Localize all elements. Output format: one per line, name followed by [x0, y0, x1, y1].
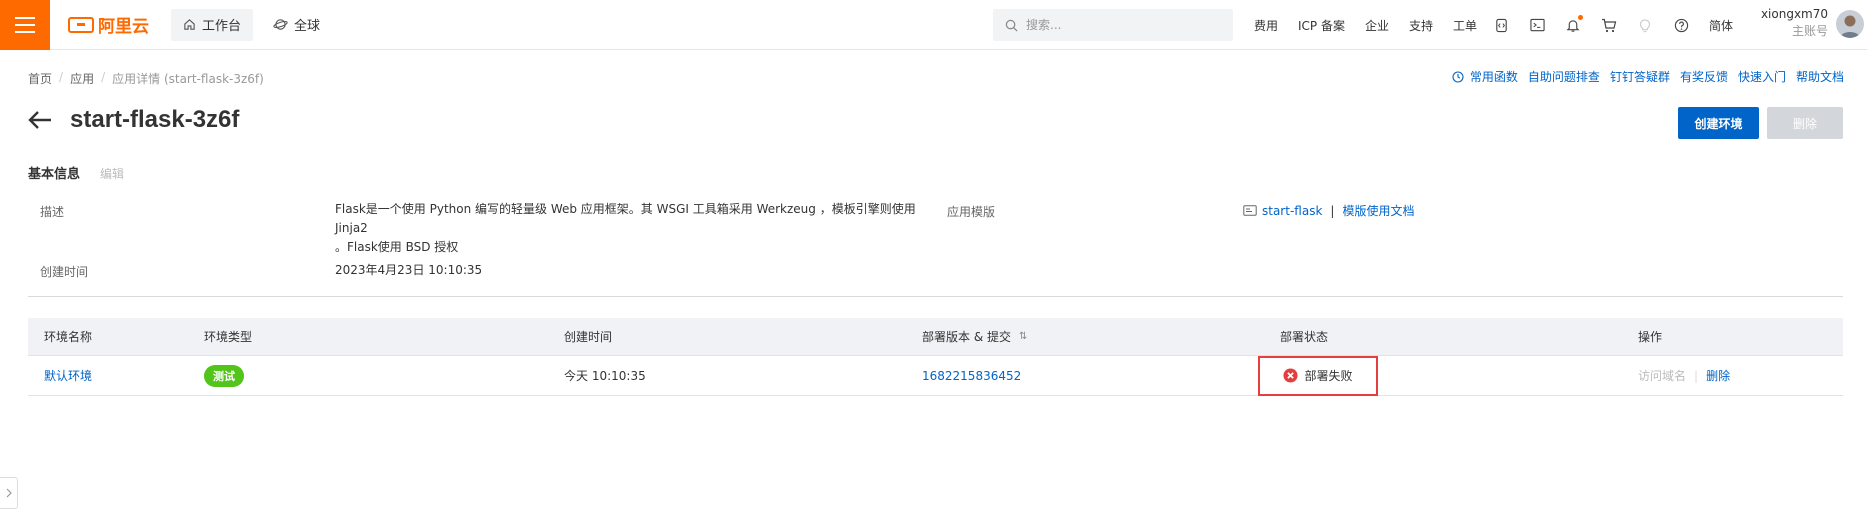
delete-app-button[interactable]: 删除	[1767, 107, 1843, 139]
section-divider	[28, 296, 1843, 297]
top-link-enterprise[interactable]: 企业	[1365, 17, 1389, 34]
status-highlight-box: 部署失败	[1258, 355, 1378, 396]
basic-info-header: 基本信息 编辑	[28, 163, 124, 182]
section-title: 基本信息	[28, 167, 81, 182]
col-version-label: 部署版本 & 提交	[922, 330, 1011, 344]
action-separator: |	[1694, 368, 1699, 383]
title-row: start-flask-3z6f	[28, 106, 239, 134]
avatar[interactable]	[1836, 10, 1864, 38]
created-time-value: 2023年4月23日 10:10:35	[335, 263, 483, 277]
top-link-billing[interactable]: 费用	[1254, 17, 1278, 34]
breadcrumb-current: 应用详情 (start-flask-3z6f)	[112, 72, 264, 86]
bell-icon[interactable]	[1565, 15, 1584, 33]
col-env-name: 环境名称	[44, 330, 93, 344]
search-icon	[1005, 19, 1018, 31]
created-cell: 今天 10:10:35	[564, 369, 646, 383]
breadcrumb-separator: /	[59, 70, 64, 84]
brand-logo[interactable]: 阿里云	[68, 12, 149, 37]
visit-domain-link[interactable]: 访问域名	[1638, 367, 1686, 384]
nav-global[interactable]: 全球	[261, 9, 332, 41]
search-input[interactable]	[1026, 18, 1216, 32]
top-right-links: 费用 ICP 备案 企业 支持 工单 简体	[1254, 0, 1753, 50]
template-separator: |	[1330, 203, 1335, 218]
env-name-link[interactable]: 默认环境	[44, 367, 92, 384]
top-link-ticket[interactable]: 工单	[1453, 17, 1477, 34]
help-links: 常用函数 自助问题排查 钉钉答疑群 有奖反馈 快速入门 帮助文档	[1452, 68, 1844, 85]
breadcrumb-apps[interactable]: 应用	[70, 70, 94, 87]
user-role: 主账号	[1791, 24, 1828, 38]
globe-icon	[273, 19, 288, 30]
hamburger-menu-button[interactable]	[0, 0, 50, 50]
help-link-dingtalk[interactable]: 钉钉答疑群	[1610, 68, 1670, 85]
back-arrow-icon[interactable]	[28, 110, 52, 130]
help-link-common-functions[interactable]: 常用函数	[1470, 68, 1518, 85]
terminal-icon[interactable]	[1529, 17, 1545, 33]
aliyun-logo-icon	[68, 16, 94, 33]
cart-icon[interactable]	[1601, 17, 1617, 33]
chevron-right-icon	[6, 488, 12, 498]
top-link-icp[interactable]: ICP 备案	[1298, 17, 1345, 34]
environment-table: 环境名称 环境类型 创建时间 部署版本 & 提交 ⇅ 部署状态 操作 默认环境 …	[28, 318, 1843, 396]
top-link-support[interactable]: 支持	[1409, 17, 1433, 34]
nav-workbench[interactable]: 工作台	[171, 8, 254, 41]
user-account[interactable]: xiongxm70 主账号	[1758, 6, 1828, 40]
help-circle-icon[interactable]	[1673, 17, 1689, 33]
help-link-quickstart[interactable]: 快速入门	[1738, 68, 1786, 85]
delete-env-link[interactable]: 删除	[1706, 367, 1730, 384]
sort-icon[interactable]: ⇅	[1019, 331, 1027, 342]
edit-link[interactable]: 编辑	[100, 165, 124, 182]
col-actions: 操作	[1638, 330, 1663, 344]
description-value: Flask是一个使用 Python 编写的轻量级 Web 应用框架。其 WSGI…	[335, 200, 935, 257]
template-doc-link[interactable]: 模版使用文档	[1342, 202, 1414, 219]
col-created: 创建时间	[564, 330, 613, 344]
template-info: start-flask | 模版使用文档	[1243, 202, 1414, 219]
template-label: 应用模版	[947, 205, 996, 219]
created-time-label: 创建时间	[40, 265, 89, 279]
clock-icon	[1452, 70, 1464, 83]
table-header: 环境名称 环境类型 创建时间 部署版本 & 提交 ⇅ 部署状态 操作	[28, 318, 1843, 356]
sidebar-expand-handle[interactable]	[0, 477, 18, 509]
col-env-type: 环境类型	[204, 330, 253, 344]
description-line-1: Flask是一个使用 Python 编写的轻量级 Web 应用框架。其 WSGI…	[335, 202, 916, 235]
user-name: xiongxm70	[1760, 7, 1828, 21]
nav-workbench-label: 工作台	[202, 19, 242, 34]
nav-global-label: 全球	[294, 19, 321, 34]
help-link-feedback[interactable]: 有奖反馈	[1680, 68, 1728, 85]
language-switch[interactable]: 简体	[1709, 17, 1733, 34]
breadcrumb-separator: /	[101, 70, 106, 84]
env-type-badge: 测试	[204, 364, 244, 387]
version-link[interactable]: 1682215836452	[922, 369, 1021, 383]
status-text: 部署失败	[1304, 369, 1353, 383]
help-link-docs[interactable]: 帮助文档	[1796, 68, 1844, 85]
notification-dot	[1578, 15, 1584, 20]
lightbulb-icon[interactable]	[1637, 17, 1653, 33]
template-card-icon	[1243, 205, 1257, 216]
search-box[interactable]	[993, 9, 1233, 41]
page-title: start-flask-3z6f	[70, 106, 240, 133]
breadcrumb-home[interactable]: 首页	[28, 70, 52, 87]
help-link-troubleshoot[interactable]: 自助问题排查	[1528, 68, 1600, 85]
brand-name: 阿里云	[98, 17, 149, 37]
description-label: 描述	[40, 205, 65, 219]
template-name-link[interactable]: start-flask	[1262, 204, 1322, 218]
error-icon	[1283, 368, 1299, 383]
create-environment-button[interactable]: 创建环境	[1678, 107, 1759, 139]
description-line-2: 。Flask使用 BSD 授权	[335, 240, 459, 254]
home-icon	[184, 19, 195, 30]
col-version[interactable]: 部署版本 & 提交 ⇅	[906, 328, 1264, 345]
breadcrumb: 首页 / 应用 / 应用详情 (start-flask-3z6f)	[28, 70, 264, 87]
code-icon[interactable]	[1493, 17, 1509, 33]
col-status: 部署状态	[1280, 330, 1329, 344]
table-row: 默认环境 测试 今天 10:10:35 1682215836452 部署失败 访…	[28, 355, 1843, 396]
